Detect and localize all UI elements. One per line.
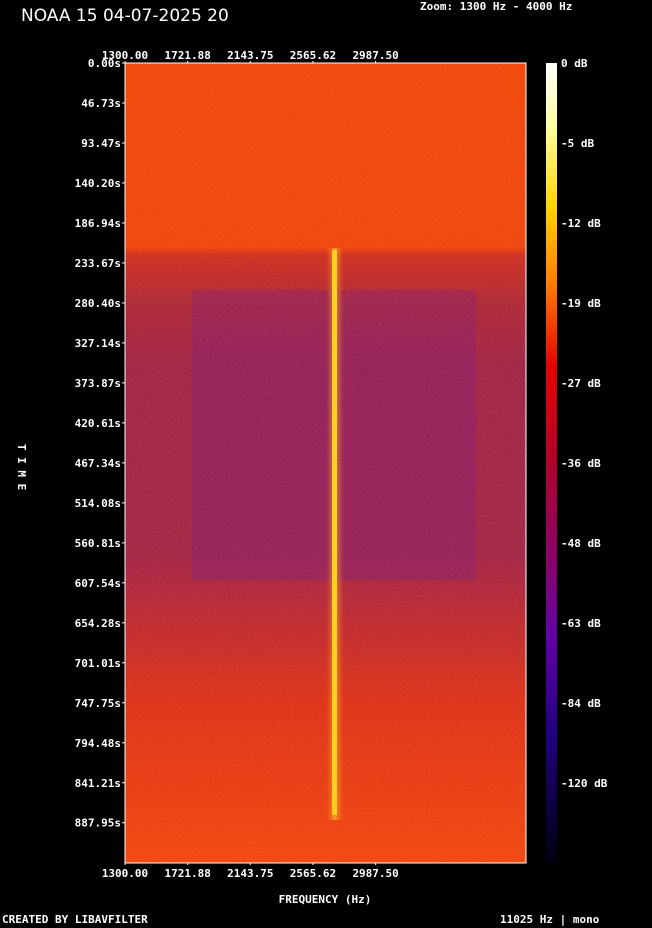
x-tick-label-top: 1721.88 [164, 49, 210, 62]
y-tick-label: 46.73s [81, 97, 121, 110]
y-tick-label: 420.61s [75, 417, 121, 430]
x-tick-label-bottom: 2987.50 [352, 867, 398, 880]
y-tick-label: 654.28s [75, 617, 121, 630]
colorbar-label: -48 dB [561, 537, 601, 550]
x-tick-label-bottom: 1300.00 [102, 867, 148, 880]
colorbar-label: -12 dB [561, 217, 601, 230]
x-tick-label-bottom: 2565.62 [290, 867, 336, 880]
x-tick-label-bottom: 1721.88 [164, 867, 210, 880]
colorbar-label: 0 dB [561, 57, 588, 70]
x-tick-label-top: 1300.00 [102, 49, 148, 62]
y-tick-label: 467.34s [75, 457, 121, 470]
y-tick-label: 794.48s [75, 737, 121, 750]
colorbar-label: -36 dB [561, 457, 601, 470]
x-tick-label-top: 2565.62 [290, 49, 336, 62]
colorbar-label: -19 dB [561, 297, 601, 310]
x-ticks-bottom: 1300.00 1721.88 2143.75 2565.62 2987.50 [102, 863, 399, 880]
y-tick-label: 140.20s [75, 177, 121, 190]
colorbar-label: -84 dB [561, 697, 601, 710]
y-tick-label: 887.95s [75, 817, 121, 830]
x-tick-label-top: 2987.50 [352, 49, 398, 62]
y-tick-label: 233.67s [75, 257, 121, 270]
colorbar [546, 63, 557, 863]
colorbar-label: -120 dB [561, 777, 608, 790]
y-axis-label: T I M E [15, 444, 28, 490]
x-ticks-top: 1300.00 1721.88 2143.75 2565.62 2987.50 [102, 49, 399, 63]
y-tick-label: 186.94s [75, 217, 121, 230]
y-tick-label: 93.47s [81, 137, 121, 150]
x-tick-label-top: 2143.75 [227, 49, 273, 62]
y-tick-label: 327.14s [75, 337, 121, 350]
y-ticks: 0.00s46.73s93.47s140.20s186.94s233.67s28… [75, 57, 125, 830]
y-tick-label: 373.87s [75, 377, 121, 390]
y-tick-label: 560.81s [75, 537, 121, 550]
y-tick-label: 280.40s [75, 297, 121, 310]
colorbar-ticks: 0 dB -5 dB -12 dB -19 dB -27 dB -36 dB -48 dB -… [561, 57, 608, 790]
spectrogram-chart: 0.00s46.73s93.47s140.20s186.94s233.67s28… [15, 49, 608, 906]
y-tick-label: 607.54s [75, 577, 121, 590]
y-tick-label: 701.01s [75, 657, 121, 670]
carrier-line [332, 250, 337, 815]
created-by-label: CREATED BY LIBAVFILTER [2, 913, 148, 926]
colorbar-label: -27 dB [561, 377, 601, 390]
x-tick-label-bottom: 2143.75 [227, 867, 273, 880]
y-tick-label: 841.21s [75, 777, 121, 790]
sample-info-label: 11025 Hz | mono [500, 913, 600, 926]
y-tick-label: 514.08s [75, 497, 121, 510]
colorbar-label: -63 dB [561, 617, 601, 630]
colorbar-label: -5 dB [561, 137, 594, 150]
y-tick-label: 747.75s [75, 697, 121, 710]
x-axis-label: FREQUENCY (Hz) [279, 893, 372, 906]
